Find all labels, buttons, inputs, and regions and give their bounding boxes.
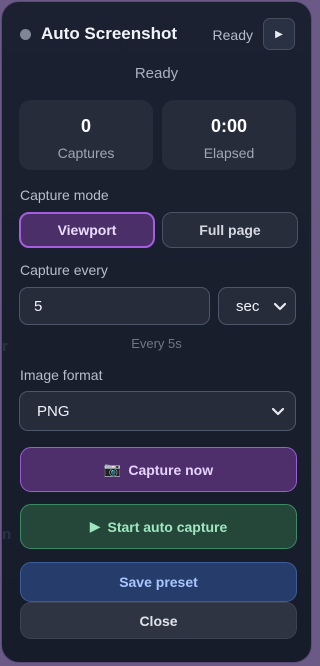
full-page-mode-button[interactable]: Full page xyxy=(162,212,298,248)
start-auto-capture-label: Start auto capture xyxy=(107,518,228,535)
interval-unit-select[interactable]: sec xyxy=(218,287,296,325)
status-dot-icon xyxy=(20,29,31,40)
interval-unit-value: sec xyxy=(236,297,260,315)
background-ghost-text: n xyxy=(2,526,12,543)
captures-count: 0 xyxy=(80,116,91,136)
save-preset-button[interactable]: Save preset xyxy=(20,562,297,602)
elapsed-time: 0:00 xyxy=(210,116,248,136)
capture-every-label: Capture every xyxy=(20,262,108,278)
image-format-label: Image format xyxy=(20,367,103,383)
panel-header: Auto Screenshot Ready ▶ xyxy=(2,2,311,66)
chevron-down-icon xyxy=(273,302,287,311)
elapsed-stat-card: 0:00 Elapsed xyxy=(162,100,296,170)
capture-now-label: Capture now xyxy=(128,461,214,478)
viewport-mode-button[interactable]: Viewport xyxy=(19,212,155,248)
capture-mode-label: Capture mode xyxy=(20,187,109,203)
interval-input[interactable]: 5 xyxy=(19,287,210,325)
status-text: Ready xyxy=(134,65,179,82)
close-button[interactable]: Close xyxy=(20,602,297,639)
capture-now-button[interactable]: 📷 Capture now xyxy=(20,447,297,492)
header-status-text: Ready xyxy=(212,27,253,43)
start-auto-capture-button[interactable]: ▶ Start auto capture xyxy=(20,504,297,549)
interval-value: 5 xyxy=(34,297,43,315)
panel-title: Auto Screenshot xyxy=(41,24,178,43)
interval-hint: Every 5s xyxy=(131,336,182,351)
image-format-value: PNG xyxy=(37,402,70,420)
captures-label: Captures xyxy=(57,145,115,161)
play-icon: ▶ xyxy=(89,518,101,534)
image-format-select[interactable]: PNG xyxy=(19,391,296,431)
captures-stat-card: 0 Captures xyxy=(19,100,153,170)
play-button[interactable]: ▶ xyxy=(263,18,295,50)
elapsed-label: Elapsed xyxy=(203,145,255,161)
camera-icon: 📷 xyxy=(103,461,122,477)
auto-screenshot-panel: r n Auto Screenshot Ready ▶ Ready 0 Capt… xyxy=(1,1,312,663)
play-icon: ▶ xyxy=(275,28,283,40)
chevron-down-icon xyxy=(271,407,285,416)
